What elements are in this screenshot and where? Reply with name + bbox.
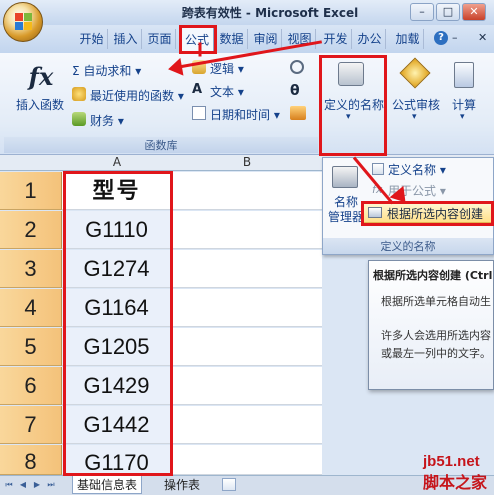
tab-data[interactable]: 数据 [216, 29, 248, 49]
recent-functions-icon [72, 87, 86, 101]
ribbon-close-icon[interactable]: ✕ [478, 31, 490, 45]
tab-insert[interactable]: 插入 [110, 29, 142, 49]
row-header[interactable]: 2 [0, 211, 62, 249]
tab-review[interactable]: 审阅 [250, 29, 282, 49]
cell-b2[interactable] [172, 211, 322, 249]
last-sheet-icon[interactable]: ⏭ [46, 479, 56, 491]
recent-functions-button[interactable]: 最近使用的函数 ▾ [90, 87, 184, 104]
tab-developer[interactable]: 开发 [320, 29, 352, 49]
tooltip-line2: 许多人会选用所选内容 [381, 329, 491, 342]
row-header[interactable]: 7 [0, 406, 62, 444]
minimize-button[interactable]: – [410, 3, 434, 21]
tab-page[interactable]: 页面 [144, 29, 176, 49]
tab-addins[interactable]: 加载 [392, 29, 424, 49]
row-header[interactable]: 1 [0, 172, 62, 210]
cell-b4[interactable] [172, 289, 322, 327]
insert-function-button[interactable]: 插入函数 [16, 96, 64, 113]
row-header[interactable]: 6 [0, 367, 62, 405]
cell-b8[interactable] [172, 445, 322, 475]
calculator-icon [454, 62, 474, 88]
watermark-url: jb51.net [423, 453, 480, 470]
lookup-icon[interactable] [290, 60, 304, 74]
maximize-button[interactable]: □ [436, 3, 460, 21]
row-header[interactable]: 4 [0, 289, 62, 327]
tab-home[interactable]: 开始 [76, 29, 108, 49]
function-library-label: 函数库 [4, 137, 318, 153]
watermark-name: 脚本之家 [423, 473, 488, 492]
cell-b3[interactable] [172, 250, 322, 288]
prev-sheet-icon[interactable]: ◀ [18, 479, 28, 491]
row-header[interactable]: 8 [0, 445, 62, 475]
math-icon[interactable]: θ [290, 84, 306, 98]
datetime-icon [192, 106, 206, 120]
annotation-arrow-head [166, 57, 184, 79]
annotation-box-column-a [63, 171, 173, 476]
next-sheet-icon[interactable]: ▶ [32, 479, 42, 491]
tooltip-line3: 或最左一列中的文字。 [381, 347, 491, 360]
office-button[interactable] [3, 2, 43, 42]
cell-b1[interactable] [172, 172, 322, 210]
annotation-box-create-from-selection [361, 201, 494, 226]
annotation-box-defined-names [319, 55, 387, 156]
datetime-button[interactable]: 日期和时间 ▾ [210, 106, 280, 123]
insert-sheet-icon[interactable] [222, 478, 236, 491]
row-header[interactable]: 5 [0, 328, 62, 366]
formula-audit-chevron-icon: ▾ [412, 112, 417, 122]
calculate-button[interactable]: 计算 [448, 96, 480, 113]
define-name-icon [372, 163, 384, 175]
calculate-chevron-icon: ▾ [460, 112, 465, 122]
cell-b6[interactable] [172, 367, 322, 405]
tab-office[interactable]: 办公 [354, 29, 386, 49]
name-manager-button[interactable]: 名称 管理器 [326, 195, 366, 225]
define-name-button[interactable]: 定义名称 ▾ [388, 161, 446, 178]
name-manager-icon [332, 166, 358, 188]
sheet-tab-operation[interactable]: 操作表 [160, 476, 204, 494]
logic-button[interactable]: 逻辑 ▾ [210, 60, 244, 77]
more-functions-icon[interactable] [290, 106, 306, 120]
text-button[interactable]: 文本 ▾ [210, 83, 244, 100]
fx-icon: fx [28, 62, 54, 91]
column-header-b[interactable]: B [172, 155, 322, 171]
tooltip: 根据所选内容创建 (Ctrl 根据所选单元格自动生 许多人会选用所选内容 或最左… [368, 260, 494, 390]
help-icon[interactable]: ? [434, 31, 448, 45]
autosum-button[interactable]: Σ 自动求和 ▾ [72, 62, 141, 79]
sheet-tab-basic-info[interactable]: 基础信息表 [72, 476, 143, 494]
tooltip-line1: 根据所选单元格自动生 [381, 295, 491, 308]
defined-names-group-label: 定义的名称 [323, 238, 493, 254]
tooltip-title: 根据所选内容创建 (Ctrl [373, 269, 493, 282]
cell-b5[interactable] [172, 328, 322, 366]
formula-audit-button[interactable]: 公式审核 [392, 96, 440, 113]
finance-button[interactable]: 财务 ▾ [90, 112, 124, 129]
window-title: 跨表有效性 - Microsoft Excel [181, 6, 359, 20]
cell-b7[interactable] [172, 406, 322, 444]
office-logo-icon [15, 13, 33, 31]
close-button[interactable]: ✕ [462, 3, 486, 21]
finance-icon [72, 112, 86, 126]
text-icon: A [192, 82, 203, 97]
ribbon-minimize-icon[interactable]: – [452, 31, 464, 45]
row-header[interactable]: 3 [0, 250, 62, 288]
first-sheet-icon[interactable]: ⏮ [4, 479, 14, 491]
annotation-arrow-line [198, 42, 202, 57]
column-header-a[interactable]: A [62, 155, 172, 171]
